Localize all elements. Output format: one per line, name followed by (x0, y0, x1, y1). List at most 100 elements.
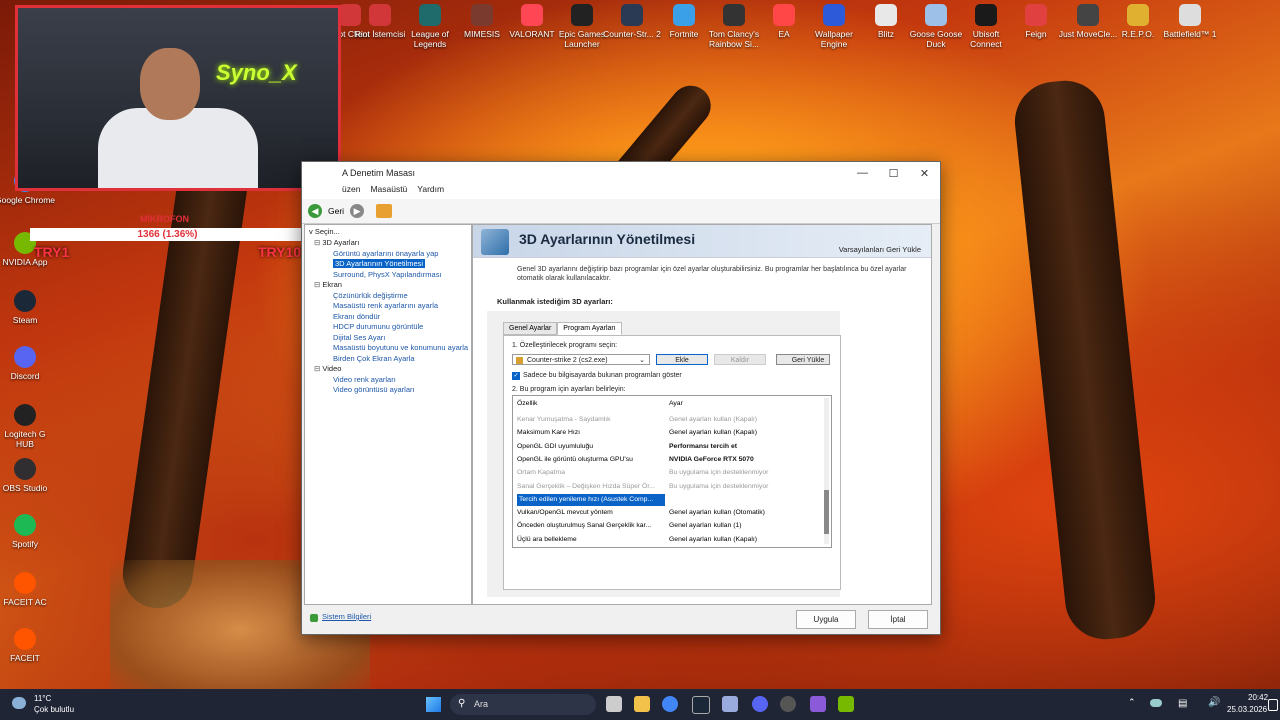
desktop-icon[interactable]: League of Legends (400, 4, 460, 49)
menu-help[interactable]: Yardım (417, 184, 444, 199)
grid-row[interactable]: OpenGL GDI uyumluluğu Performansı tercih … (517, 441, 819, 453)
desktop-icon[interactable]: R.E.P.O. (1108, 4, 1168, 39)
settings-tabs: Genel Ayarlar Program Ayarları (503, 322, 622, 335)
forward-arrow-icon[interactable]: ▶ (350, 204, 365, 218)
tree-item[interactable]: Çözünürlük değiştirme (305, 291, 471, 302)
onedrive-icon[interactable] (1150, 699, 1162, 707)
scroll-thumb[interactable] (824, 490, 829, 534)
restore-program-button[interactable]: Geri Yükle (776, 354, 830, 365)
tree-item[interactable]: Video renk ayarları (305, 375, 471, 386)
back-button[interactable]: Geri (328, 206, 344, 216)
desktop-icon-label: R.E.P.O. (1121, 29, 1155, 39)
grid-setting: Genel ayarları kullan (1) (669, 522, 742, 530)
chrome-icon[interactable] (662, 696, 678, 712)
tree-category[interactable]: ⊟ 3D Ayarları (305, 238, 471, 249)
program-selected-value: Counter-strike 2 (cs2.exe) (527, 357, 608, 364)
tree-label: Çözünürlük değiştirme (333, 290, 408, 300)
gamepad-icon[interactable] (722, 696, 738, 712)
vs-icon[interactable] (810, 696, 826, 712)
steam-icon[interactable] (692, 696, 710, 714)
obs-icon[interactable] (780, 696, 796, 712)
start-icon[interactable] (426, 697, 441, 712)
cancel-button[interactable]: İptal (868, 610, 928, 629)
tree-category[interactable]: ⊟ Video (305, 364, 471, 375)
grid-row[interactable]: Maksimum Kare Hızı Genel ayarları kullan … (517, 427, 819, 439)
tree-item[interactable]: Görüntü ayarlarını önayarla yap (305, 249, 471, 260)
desktop-icon[interactable]: OBS Studio (0, 458, 55, 493)
tree-item[interactable]: Dijital Ses Ayarı (305, 333, 471, 344)
grid-header: Özellik Ayar (517, 398, 819, 410)
repo-icon (1127, 4, 1149, 26)
discord-icon[interactable] (752, 696, 768, 712)
close-icon[interactable]: ✕ (909, 167, 940, 180)
grid-row[interactable]: Sanal Gerçeklik – Değişken Hızda Süper Ö… (517, 481, 819, 493)
search-icon: ⚲ (458, 698, 466, 709)
cs-icon (621, 4, 643, 26)
notification-icon[interactable] (1268, 699, 1278, 711)
file-explorer-icon[interactable] (634, 696, 650, 712)
grid-row[interactable]: Kenar Yumuşatma - Saydamlık Genel ayarlar… (517, 414, 819, 426)
tree-item[interactable]: Birden Çok Ekran Ayarla (305, 354, 471, 365)
menu-edit[interactable]: üzen (342, 184, 360, 199)
feign-icon (1025, 4, 1047, 26)
program-settings-body: 1. Özelleştirilecek programı seçin: Coun… (503, 335, 841, 590)
network-icon[interactable]: ▤ (1178, 698, 1187, 709)
clock-date[interactable]: 25.03.2026 (1227, 705, 1267, 714)
volume-icon[interactable]: 🔊 (1208, 697, 1220, 708)
desktop-icon[interactable]: Counter-Str... 2 (602, 4, 662, 39)
desktop-icon[interactable]: Logitech G HUB (0, 404, 55, 449)
system-info-link[interactable]: Sistem Bilgileri (322, 612, 371, 621)
program-select[interactable]: Counter-strike 2 (cs2.exe) ⌄ (512, 354, 650, 365)
add-program-button[interactable]: Ekle (656, 354, 708, 365)
grid-row[interactable]: OpenGL ile görüntü oluşturma GPU'su NVIDI… (517, 454, 819, 466)
tree-item[interactable]: Surround, PhysX Yapılandırması (305, 270, 471, 281)
tree-item[interactable]: HDCP durumunu görüntüle (305, 322, 471, 333)
streamer-head (140, 48, 200, 120)
grid-row[interactable]: Vulkan/OpenGL mevcut yöntem Genel ayarlar… (517, 507, 819, 519)
task-view-icon[interactable] (606, 696, 622, 712)
desktop-icon[interactable]: FACEIT AC (0, 572, 55, 607)
desktop-icon[interactable]: Steam (0, 290, 55, 325)
minimize-icon[interactable]: — (847, 167, 878, 179)
grid-row[interactable]: Önceden oluşturulmuş Sanal Gerçeklik kar… (517, 520, 819, 532)
tab-program-settings[interactable]: Program Ayarları (557, 322, 622, 335)
tree-label: Ekranı döndür (333, 311, 381, 321)
home-icon[interactable] (376, 204, 393, 218)
nvidia-taskbar-icon[interactable] (838, 696, 854, 712)
logitech-icon (14, 404, 36, 426)
show-installed-checkbox[interactable]: ✓ (512, 372, 520, 380)
tree-label: Dijital Ses Ayarı (333, 332, 386, 342)
tree-item[interactable]: 3D Ayarlarının Yönetilmesi (305, 259, 471, 270)
desktop-icon[interactable]: Battlefield™ 1 (1160, 4, 1220, 39)
tree-item[interactable]: Masaüstü renk ayarlarını ayarla (305, 301, 471, 312)
system-info-icon (310, 614, 318, 622)
grid-setting: Performansı tercih et (669, 442, 737, 450)
maximize-icon[interactable]: ☐ (878, 167, 909, 180)
grid-row[interactable]: Tercih edilen yenileme hızı (Asustek Com… (517, 493, 819, 506)
grid-scrollbar[interactable] (824, 398, 829, 544)
desktop-icon[interactable]: Feign (1006, 4, 1066, 39)
clock-time[interactable]: 20:42 (1248, 693, 1268, 702)
grid-setting: Bu uygulama için desteklenmiyor (669, 482, 769, 490)
grid-row[interactable]: Üçlü ara bellekleme Genel ayarları kullan… (517, 534, 819, 546)
desktop-icon[interactable]: Wallpaper Engine (804, 4, 864, 49)
remove-program-button[interactable]: Kaldır (714, 354, 766, 365)
back-arrow-icon[interactable]: ◀ (308, 204, 322, 218)
apply-button[interactable]: Uygula (796, 610, 856, 629)
settings-grid: Özellik Ayar Kenar Yumuşatma - Saydamlık… (512, 395, 832, 548)
tab-global-settings[interactable]: Genel Ayarlar (503, 322, 558, 335)
menu-desktop[interactable]: Masaüstü (370, 184, 407, 199)
grid-row[interactable]: Ortam Kapatma Bu uygulama için desteklenm… (517, 467, 819, 479)
neon-sign: Syno_X (216, 60, 297, 85)
tree-item[interactable]: Masaüstü boyutunu ve konumunu ayarla (305, 343, 471, 354)
tree-item[interactable]: Ekranı döndür (305, 312, 471, 323)
tree-category[interactable]: ⊟ Ekran (305, 280, 471, 291)
tree-item[interactable]: Video görüntüsü ayarları (305, 385, 471, 396)
desktop-icon[interactable]: Discord (0, 346, 55, 381)
tray-chevron-icon[interactable]: ⌃ (1128, 697, 1136, 708)
taskbar-search-input[interactable]: Ara (450, 694, 596, 715)
desktop-icon[interactable]: Spotify (0, 514, 55, 549)
desktop-icon[interactable]: FACEIT (0, 628, 55, 663)
desktop-icon-label: FACEIT (10, 653, 40, 663)
restore-defaults-link[interactable]: Varsayılanları Geri Yükle (839, 245, 921, 254)
